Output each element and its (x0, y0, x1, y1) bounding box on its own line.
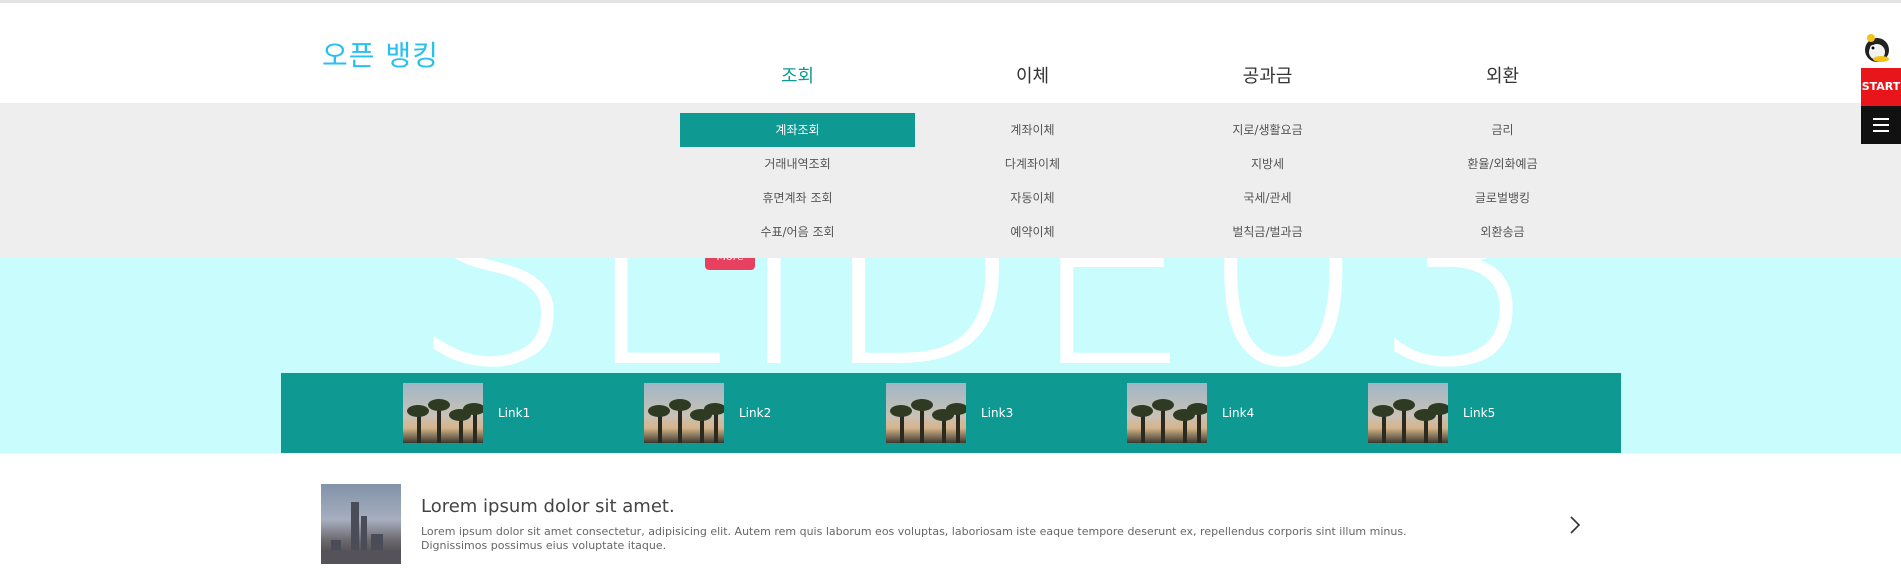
nav-item-utility[interactable]: 공과금 (1150, 62, 1385, 88)
submenu-utility: 지로/생활요금 지방세 국세/관세 벌칙금/벌과금 (1150, 113, 1385, 249)
submenu-item[interactable]: 수표/어음 조회 (680, 215, 915, 249)
palm-tree-thumbnail (1368, 383, 1448, 443)
quick-link-4[interactable]: Link4 (1127, 383, 1254, 443)
quick-link-bar: Link1 Link2 Link3 Link4 Link5 (281, 373, 1621, 453)
quick-link-label: Link3 (981, 406, 1014, 420)
submenu-item[interactable]: 휴면계좌 조회 (680, 181, 915, 215)
quick-link-3[interactable]: Link3 (886, 383, 1013, 443)
hamburger-menu-icon[interactable] (1861, 106, 1901, 144)
submenu-item[interactable]: 계좌조회 (680, 113, 915, 147)
quick-link-label: Link5 (1463, 406, 1496, 420)
logo[interactable]: 오픈 뱅킹 (322, 34, 439, 74)
submenu-item[interactable]: 환율/외화예금 (1385, 147, 1620, 181)
submenu-item[interactable]: 금리 (1385, 113, 1620, 147)
city-skyline-thumbnail (321, 484, 401, 564)
submenu-transfer: 계좌이체 다계좌이체 자동이체 예약이체 (915, 113, 1150, 249)
submenu-item[interactable]: 벌칙금/벌과금 (1150, 215, 1385, 249)
submenu-item[interactable]: 거래내역조회 (680, 147, 915, 181)
start-button[interactable]: START (1861, 68, 1901, 106)
quick-link-2[interactable]: Link2 (644, 383, 771, 443)
quick-link-1[interactable]: Link1 (403, 383, 530, 443)
news-body: Lorem ipsum dolor sit amet consectetur, … (421, 525, 1407, 552)
nav-item-forex[interactable]: 외환 (1385, 62, 1620, 88)
submenu-item[interactable]: 예약이체 (915, 215, 1150, 249)
chevron-right-icon[interactable] (1567, 513, 1583, 537)
palm-tree-thumbnail (403, 383, 483, 443)
submenu-item[interactable]: 자동이체 (915, 181, 1150, 215)
submenu-inquiry: 계좌조회 거래내역조회 휴면계좌 조회 수표/어음 조회 (680, 113, 915, 249)
palm-tree-thumbnail (1127, 383, 1207, 443)
submenu-item[interactable]: 글로벌뱅킹 (1385, 181, 1620, 215)
quick-link-label: Link1 (498, 406, 531, 420)
quick-link-label: Link2 (739, 406, 772, 420)
quick-link-label: Link4 (1222, 406, 1255, 420)
submenu-item[interactable]: 지로/생활요금 (1150, 113, 1385, 147)
news-title[interactable]: Lorem ipsum dolor sit amet. (421, 496, 675, 517)
more-button[interactable]: More (705, 258, 755, 270)
top-border (0, 0, 1901, 3)
nav-item-transfer[interactable]: 이체 (915, 62, 1150, 88)
submenu-item[interactable]: 계좌이체 (915, 113, 1150, 147)
quick-link-5[interactable]: Link5 (1368, 383, 1495, 443)
submenu-item[interactable]: 다계좌이체 (915, 147, 1150, 181)
submenu-item[interactable]: 외환송금 (1385, 215, 1620, 249)
submenu-forex: 금리 환율/외화예금 글로벌뱅킹 외환송금 (1385, 113, 1620, 249)
palm-tree-thumbnail (644, 383, 724, 443)
submenu-item[interactable]: 지방세 (1150, 147, 1385, 181)
palm-tree-thumbnail (886, 383, 966, 443)
submenu-item[interactable]: 국세/관세 (1150, 181, 1385, 215)
nav-item-inquiry[interactable]: 조회 (680, 62, 915, 88)
mascot-icon[interactable] (1861, 32, 1893, 66)
